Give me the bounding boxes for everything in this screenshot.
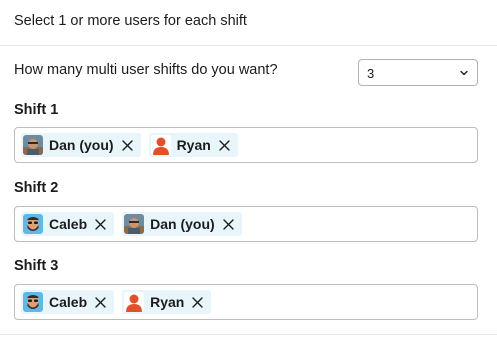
cartoon-avatar bbox=[23, 292, 43, 312]
user-chip-ryan[interactable]: Ryan bbox=[148, 133, 238, 157]
chevron-down-icon bbox=[460, 70, 468, 76]
user-chip-name: Ryan bbox=[150, 294, 185, 310]
user-chip-name: Caleb bbox=[49, 216, 88, 232]
shift-1-user-select[interactable]: Dan (you) Ryan bbox=[14, 127, 478, 163]
remove-icon[interactable] bbox=[191, 296, 204, 309]
shift-2-label: Shift 2 bbox=[14, 180, 59, 196]
user-chip-name: Caleb bbox=[49, 294, 88, 310]
shift-assignment-form: Select 1 or more users for each shift Ho… bbox=[0, 0, 497, 337]
remove-icon[interactable] bbox=[218, 139, 231, 152]
remove-icon[interactable] bbox=[222, 218, 235, 231]
divider bbox=[0, 45, 497, 46]
shift-2-user-select[interactable]: Caleb Dan (you) bbox=[14, 206, 478, 242]
remove-icon[interactable] bbox=[94, 218, 107, 231]
shift-count-select[interactable]: 3 bbox=[358, 59, 478, 86]
photo-avatar bbox=[23, 135, 43, 155]
remove-icon[interactable] bbox=[121, 139, 134, 152]
user-chip-caleb[interactable]: Caleb bbox=[21, 290, 115, 314]
shift-3-user-select[interactable]: Caleb Ryan bbox=[14, 284, 478, 320]
shift-3-label: Shift 3 bbox=[14, 258, 59, 274]
divider bbox=[0, 334, 497, 335]
user-chip-name: Dan (you) bbox=[49, 137, 114, 153]
user-chip-caleb[interactable]: Caleb bbox=[21, 212, 115, 236]
user-chip-ryan[interactable]: Ryan bbox=[122, 290, 212, 314]
default-avatar bbox=[150, 135, 171, 155]
shift-count-label: How many multi user shifts do you want? bbox=[14, 62, 278, 78]
user-chip-dan[interactable]: Dan (you) bbox=[21, 133, 141, 157]
user-chip-name: Ryan bbox=[176, 137, 211, 153]
default-avatar bbox=[124, 292, 145, 312]
cartoon-avatar bbox=[23, 214, 43, 234]
shift-count-value: 3 bbox=[367, 66, 375, 81]
user-chip-name: Dan (you) bbox=[150, 216, 215, 232]
user-chip-dan[interactable]: Dan (you) bbox=[122, 212, 242, 236]
photo-avatar bbox=[124, 214, 145, 234]
shift-1-label: Shift 1 bbox=[14, 102, 59, 118]
remove-icon[interactable] bbox=[94, 296, 107, 309]
intro-text: Select 1 or more users for each shift bbox=[14, 13, 247, 29]
